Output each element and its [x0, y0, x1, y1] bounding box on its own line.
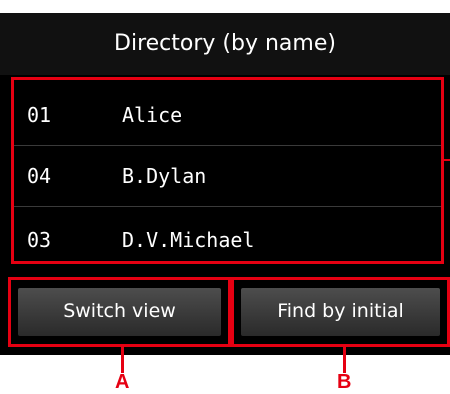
find-by-initial-button[interactable]: Find by initial	[241, 288, 440, 336]
entry-name: B.Dylan	[122, 164, 207, 188]
directory-entry[interactable]: 03 D.V.Michael	[14, 210, 441, 261]
entry-number: 01	[27, 103, 52, 127]
directory-entry[interactable]: 04 B.Dylan	[14, 146, 441, 207]
callout-label-a: A	[115, 371, 130, 393]
list-callout-marker	[444, 159, 450, 161]
switch-view-highlight: Switch view	[8, 277, 231, 347]
directory-entry[interactable]: 01 Alice	[14, 85, 441, 146]
directory-list[interactable]: 01 Alice 04 B.Dylan 03 D.V.Michael	[11, 77, 444, 264]
entry-name: D.V.Michael	[122, 228, 255, 252]
find-by-initial-highlight: Find by initial	[231, 277, 450, 347]
entry-number: 03	[27, 228, 52, 252]
callout-line-a	[121, 347, 124, 373]
callout-label-b: B	[337, 371, 352, 393]
callout-line-b	[343, 347, 346, 373]
entry-number: 04	[27, 164, 52, 188]
entry-name: Alice	[122, 103, 183, 127]
screen-title: Directory (by name)	[0, 13, 450, 75]
switch-view-button[interactable]: Switch view	[18, 288, 221, 336]
